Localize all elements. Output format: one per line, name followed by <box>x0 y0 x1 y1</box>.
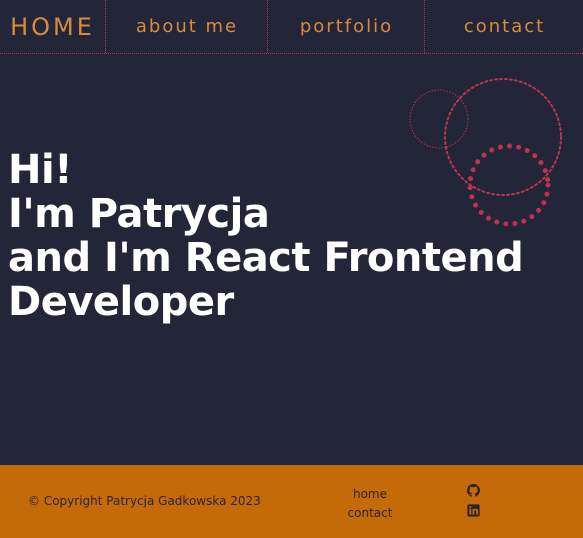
copyright-text: © Copyright Patrycja Gadkowska 2023 <box>28 494 261 508</box>
hero-line-name: I'm Patrycja <box>8 191 270 237</box>
linkedin-icon[interactable] <box>467 504 480 517</box>
nav-about-link[interactable]: about me <box>105 0 268 53</box>
small-circle-outline <box>409 89 469 149</box>
footer-links: home contact <box>330 485 410 523</box>
nav-home-link[interactable]: HOME <box>0 0 105 53</box>
top-nav: HOME about me portfolio contact <box>0 0 583 54</box>
social-icons <box>467 484 480 524</box>
hero-line-title: Developer <box>8 279 234 325</box>
footer-contact-link[interactable]: contact <box>330 504 410 523</box>
hero-line-role: and I'm React Frontend <box>8 235 524 281</box>
hero-heading: Hi! I'm Patrycja and I'm React Frontend … <box>8 147 524 325</box>
github-icon[interactable] <box>467 484 480 497</box>
footer-home-link[interactable]: home <box>330 485 410 504</box>
hero-line-greeting: Hi! <box>8 147 72 193</box>
nav-portfolio-link[interactable]: portfolio <box>267 0 425 53</box>
nav-contact-link[interactable]: contact <box>424 0 583 53</box>
footer: © Copyright Patrycja Gadkowska 2023 home… <box>0 465 583 538</box>
